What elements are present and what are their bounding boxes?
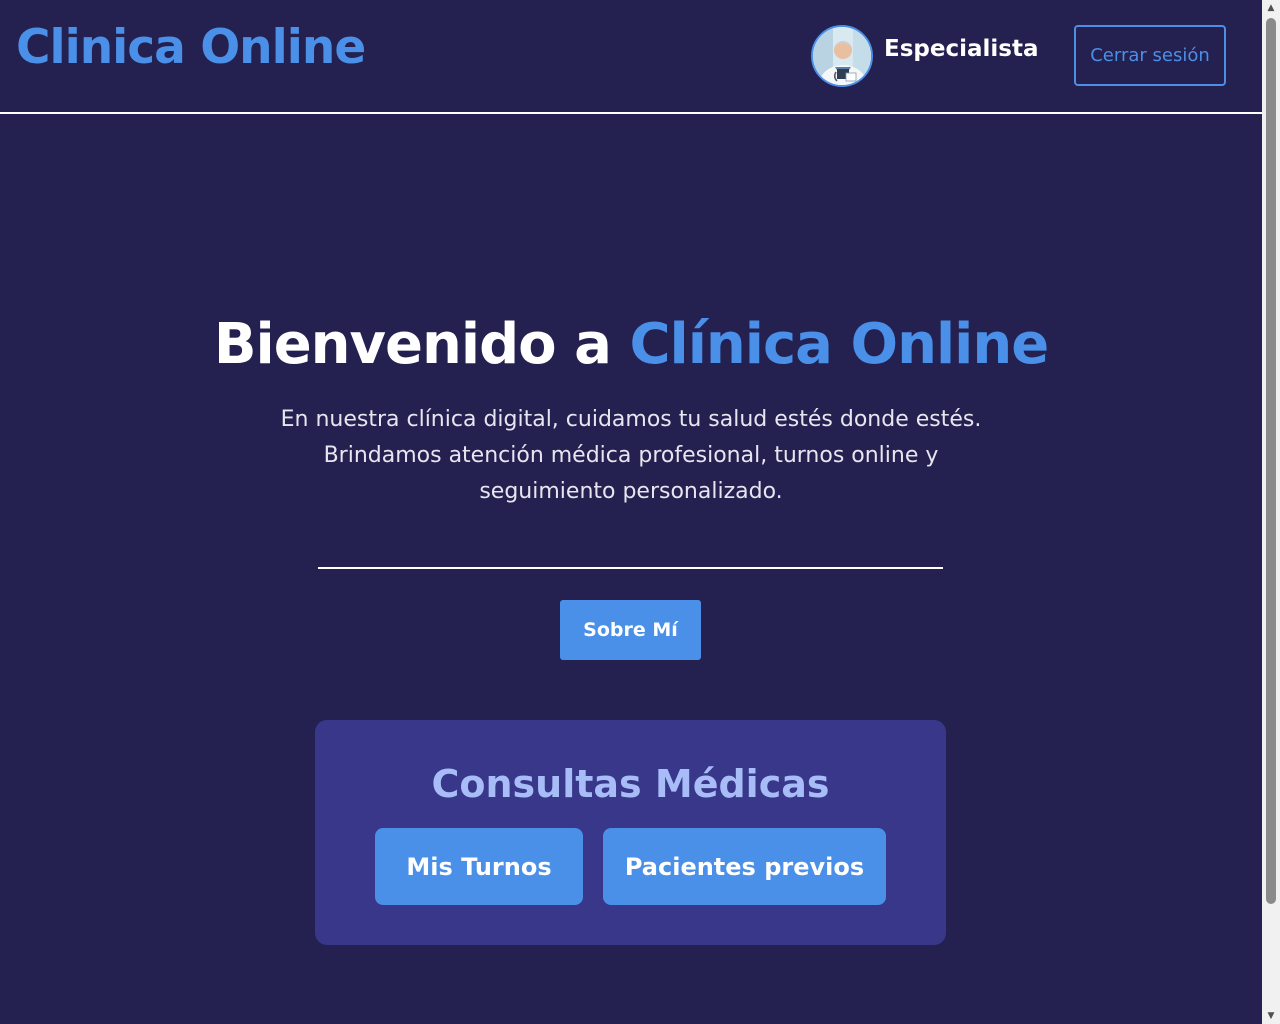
scroll-up-arrow-icon[interactable]: ▲ [1262,0,1280,16]
scroll-down-arrow-icon[interactable]: ▼ [1262,1008,1280,1024]
welcome-title: Bienvenido a Clínica Online [0,312,1262,377]
welcome-title-accent: Clínica Online [629,312,1049,377]
my-appointments-button[interactable]: Mis Turnos [375,828,583,905]
logout-button[interactable]: Cerrar sesión [1074,25,1226,86]
user-role-label: Especialista [884,36,1039,62]
section-divider [318,567,943,569]
consultations-card: Consultas Médicas Mis Turnos Pacientes p… [315,720,946,945]
welcome-title-prefix: Bienvenido a [213,312,630,377]
top-navbar: Clinica Online Especialista Cerrar sesió… [0,0,1262,114]
welcome-description: En nuestra clínica digital, cuidamos tu … [280,407,982,504]
scrollbar-thumb[interactable] [1266,18,1276,904]
user-avatar[interactable] [811,25,873,87]
consultations-title: Consultas Médicas [431,762,830,806]
about-me-button[interactable]: Sobre Mí [560,600,701,660]
previous-patients-button[interactable]: Pacientes previos [603,828,886,905]
page: Clinica Online Especialista Cerrar sesió… [0,0,1262,1024]
vertical-scrollbar[interactable]: ▲ ▼ [1262,0,1280,1024]
brand-logo[interactable]: Clinica Online [16,22,366,74]
doctor-avatar-icon [813,27,871,85]
